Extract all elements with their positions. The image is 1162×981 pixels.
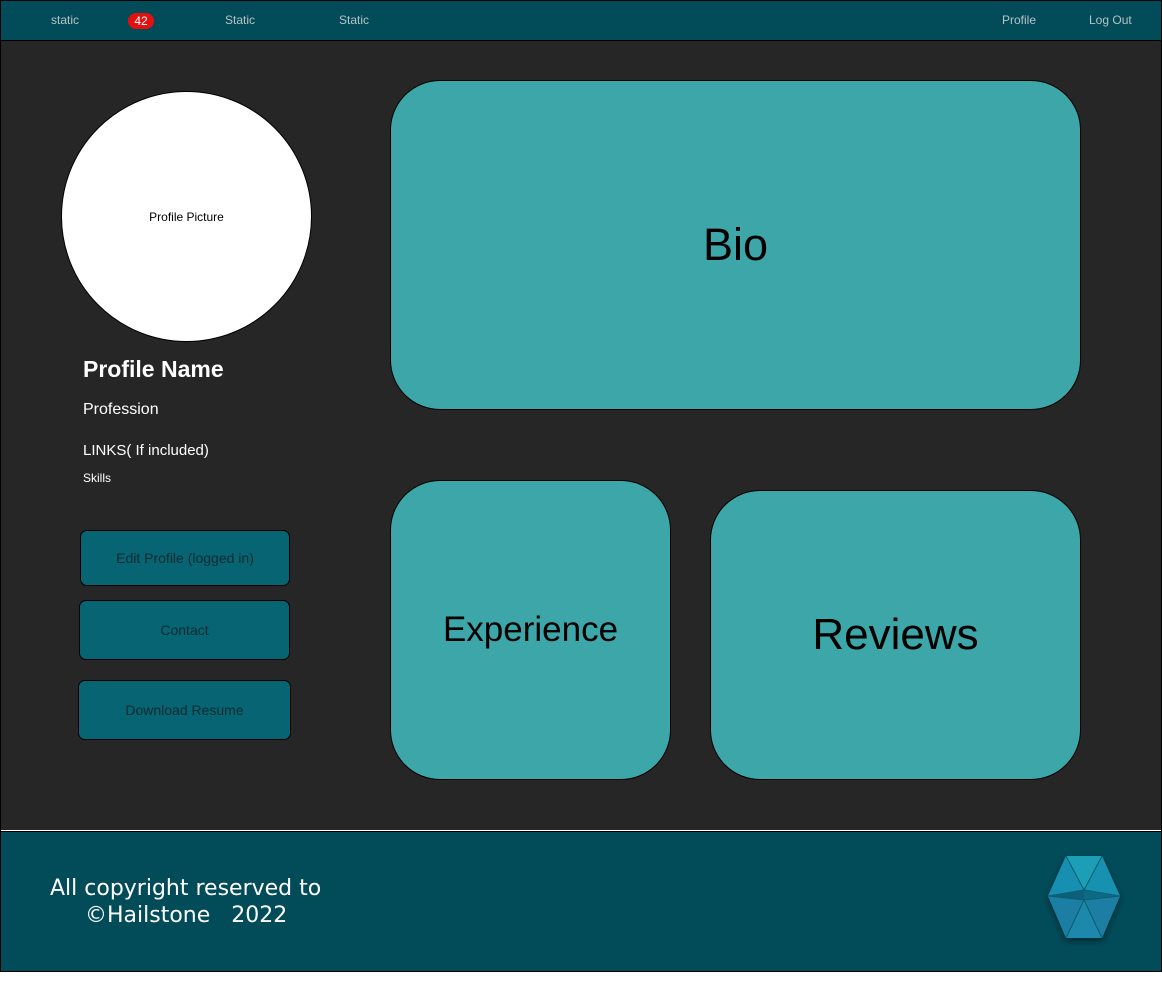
profile-picture: Profile Picture — [61, 91, 312, 342]
bio-card[interactable]: Bio — [390, 80, 1081, 410]
nav-item-profile[interactable]: Profile — [1002, 13, 1036, 27]
main-content: Profile Picture Profile Name Profession … — [1, 41, 1161, 830]
copyright-line-1: All copyright reserved to — [50, 876, 322, 901]
download-resume-label: Download Resume — [125, 702, 244, 718]
profile-picture-label: Profile Picture — [149, 209, 224, 224]
experience-title: Experience — [442, 610, 619, 649]
experience-card[interactable]: Experience — [390, 480, 671, 780]
profile-links[interactable]: LINKS( If included) — [83, 442, 209, 459]
profession: Profession — [83, 401, 159, 418]
edit-profile-label: Edit Profile (logged in) — [116, 550, 254, 566]
copyright-line-2: ©Hailstone 2022 — [85, 903, 288, 928]
nav-item-static-3[interactable]: Static — [339, 13, 369, 27]
copyright-text: All copyright reserved to ©Hailstone 202… — [50, 875, 321, 929]
contact-button[interactable]: Contact — [79, 600, 290, 660]
top-navbar: static 42 Static Static Profile Log Out — [1, 1, 1161, 41]
download-resume-button[interactable]: Download Resume — [78, 680, 291, 740]
contact-label: Contact — [160, 622, 209, 638]
nav-item-static-1[interactable]: static — [51, 13, 79, 27]
edit-profile-button[interactable]: Edit Profile (logged in) — [80, 530, 290, 586]
profile-name: Profile Name — [83, 356, 224, 382]
profile-skills: Skills — [83, 471, 112, 485]
reviews-card[interactable]: Reviews — [710, 490, 1081, 780]
nav-item-logout[interactable]: Log Out — [1089, 13, 1132, 27]
hexagon-logo-icon — [1047, 855, 1121, 939]
nav-item-static-2[interactable]: Static — [225, 13, 255, 27]
reviews-title: Reviews — [812, 610, 979, 659]
bio-title: Bio — [702, 219, 769, 270]
footer: All copyright reserved to ©Hailstone 202… — [1, 831, 1161, 971]
notification-badge[interactable]: 42 — [128, 13, 154, 29]
